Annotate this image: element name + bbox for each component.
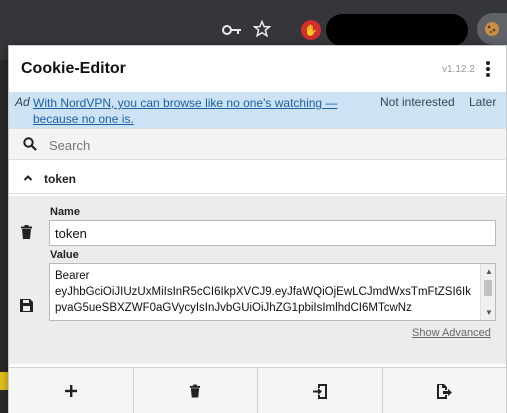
page-background-accent	[0, 372, 8, 390]
not-interested-button[interactable]: Not interested	[380, 95, 455, 109]
popup-title: Cookie-Editor	[21, 60, 126, 77]
value-label: Value	[50, 249, 79, 261]
cookie-name-header: token	[44, 172, 77, 186]
later-button[interactable]: Later	[469, 95, 496, 109]
search-icon	[23, 137, 37, 156]
cookie-editor-popup: Cookie-Editor v1.12.2 Ad With NordVPN, y…	[8, 45, 507, 413]
key-icon[interactable]	[218, 16, 246, 44]
trash-icon[interactable]	[18, 224, 34, 240]
scroll-thumb[interactable]	[484, 280, 492, 296]
ad-banner: Ad With NordVPN, you can browse like no …	[9, 92, 506, 128]
add-cookie-button[interactable]	[9, 368, 134, 413]
cookie-row-header[interactable]: token	[9, 164, 506, 194]
scroll-up-arrow-icon[interactable]: ▲	[485, 267, 493, 276]
show-advanced-link[interactable]: Show Advanced	[412, 327, 491, 339]
export-button[interactable]	[383, 368, 507, 413]
version-label: v1.12.2	[442, 64, 475, 75]
kebab-menu-icon[interactable]	[479, 58, 497, 80]
export-icon	[436, 383, 452, 399]
search-bar	[9, 128, 506, 160]
red-hand-extension-icon[interactable]: ✋	[301, 20, 321, 40]
action-footer	[9, 367, 506, 413]
delete-all-button[interactable]	[134, 368, 258, 413]
import-icon	[312, 383, 327, 399]
popup-header: Cookie-Editor v1.12.2	[9, 46, 506, 92]
name-label: Name	[50, 206, 80, 218]
scroll-down-arrow-icon[interactable]: ▼	[485, 308, 493, 317]
star-icon[interactable]	[248, 15, 276, 43]
value-scrollbar[interactable]: ▲ ▼	[480, 264, 495, 320]
ad-link[interactable]: With NordVPN, you can browse like no one…	[33, 95, 353, 127]
trash-icon	[190, 384, 201, 398]
cookie-icon[interactable]	[477, 13, 507, 45]
name-field[interactable]	[49, 220, 496, 246]
page-background	[0, 60, 8, 413]
plus-icon	[64, 385, 77, 397]
redacted-extensions	[326, 14, 468, 46]
ad-tag: Ad	[15, 95, 30, 109]
search-input[interactable]	[49, 134, 489, 156]
value-text[interactable]: Bearer eyJhbGciOiJIUzUxMiIsInR5cCI6IkpXV…	[55, 268, 475, 316]
save-icon[interactable]	[18, 297, 34, 313]
value-field[interactable]: Bearer eyJhbGciOiJIUzUxMiIsInR5cCI6IkpXV…	[49, 263, 496, 321]
chevron-up-icon[interactable]	[23, 172, 33, 186]
cookie-editor-panel: Name Value Bearer eyJhbGciOiJIUzUxMiIsIn…	[9, 196, 506, 364]
import-button[interactable]	[258, 368, 383, 413]
